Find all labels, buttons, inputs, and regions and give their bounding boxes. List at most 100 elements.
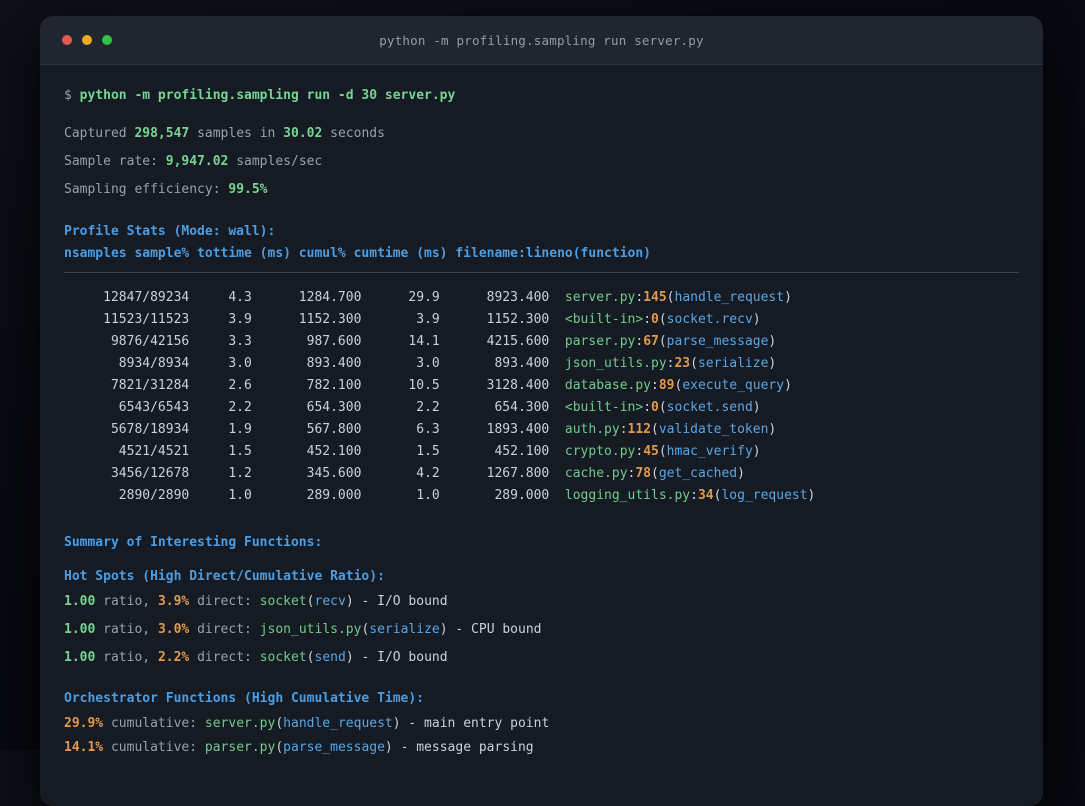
efficiency-value: 99.5% [228, 182, 268, 197]
summary-heading: Summary of Interesting Functions: [64, 532, 1019, 554]
row-stats: 2890/2890 1.0 289.000 1.0 289.000 [64, 488, 565, 503]
filename: socket [259, 594, 307, 609]
punct: ) [752, 400, 761, 415]
filename: <built-in> [564, 400, 644, 415]
punct: ( [306, 594, 315, 609]
row-stats: 7821/31284 2.6 782.100 10.5 3128.400 [64, 378, 565, 393]
stats-row: 5678/18934 1.9 567.800 6.3 1893.400 auth… [64, 419, 1019, 441]
punct: : [690, 488, 698, 503]
percent-value: 29.9% [64, 716, 104, 731]
stats-row: 9876/42156 3.3 987.600 14.1 4215.600 par… [64, 331, 1019, 353]
traffic-lights [40, 35, 136, 45]
label: cumulative: [103, 740, 205, 755]
lineno: 0 [651, 400, 659, 415]
punct: ) [752, 444, 761, 459]
label: direct: [189, 622, 260, 637]
filename: socket [259, 650, 307, 665]
label: ratio, [95, 622, 158, 637]
punct: ( [651, 422, 659, 437]
lineno: 67 [643, 334, 659, 349]
command-text: python -m profiling.sampling run -d 30 s… [79, 88, 456, 103]
stats-row: 4521/4521 1.5 452.100 1.5 452.100 crypto… [64, 441, 1019, 463]
punct: ( [275, 740, 284, 755]
maximize-button[interactable] [102, 35, 112, 45]
stats-row: 11523/11523 3.9 1152.300 3.9 1152.300 <b… [64, 309, 1019, 331]
filename: server.py [564, 290, 636, 305]
orchestrator-heading: Orchestrator Functions (High Cumulative … [64, 688, 1019, 710]
percent-value: 14.1% [64, 740, 104, 755]
label: direct: [189, 650, 260, 665]
row-stats: 4521/4521 1.5 452.100 1.5 452.100 [64, 444, 565, 459]
label: direct: [189, 594, 260, 609]
punct: ( [658, 444, 667, 459]
punct: ) [384, 740, 393, 755]
punct: ) [439, 622, 448, 637]
annotation: - I/O bound [353, 594, 448, 609]
hot-spot-line: 1.00 ratio, 2.2% direct: socket(send) - … [64, 647, 1019, 669]
filename: database.py [564, 378, 651, 393]
ratio-value: 1.00 [64, 622, 96, 637]
lineno: 145 [643, 290, 667, 305]
punct: : [643, 312, 652, 327]
row-stats: 9876/42156 3.3 987.600 14.1 4215.600 [64, 334, 565, 349]
row-stats: 6543/6543 2.2 654.300 2.2 654.300 [64, 400, 565, 415]
filename: json_utils.py [259, 622, 362, 637]
minimize-button[interactable] [82, 35, 92, 45]
shell-prompt: $ [64, 88, 80, 103]
filename: server.py [204, 716, 276, 731]
punct: : [635, 444, 644, 459]
ratio-value: 1.00 [64, 650, 96, 665]
terminal-window: python -m profiling.sampling run server.… [40, 16, 1043, 806]
punct: ) [768, 422, 777, 437]
function-name: recv [314, 594, 346, 609]
lineno: 0 [651, 312, 659, 327]
punct: ) [784, 378, 792, 393]
function-name: parse_message [666, 334, 769, 349]
punct: ) [768, 334, 777, 349]
function-name: hmac_verify [666, 444, 753, 459]
percent-value: 3.9% [157, 594, 190, 609]
lineno: 89 [658, 378, 675, 393]
punct: : [643, 400, 652, 415]
function-name: handle_request [674, 290, 785, 305]
function-name: get_cached [658, 466, 738, 481]
lineno: 45 [643, 444, 659, 459]
filename: parser.py [204, 740, 276, 755]
annotation: - CPU bound [447, 622, 542, 637]
punct: ) [345, 650, 354, 665]
punct: : [635, 334, 644, 349]
percent-value: 2.2% [157, 650, 190, 665]
punct: ) [768, 356, 777, 371]
section-heading: Hot Spots (High Direct/Cumulative Ratio)… [64, 569, 385, 584]
filename: crypto.py [564, 444, 636, 459]
row-stats: 12847/89234 4.3 1284.700 29.9 8923.400 [64, 290, 565, 305]
function-name: send [314, 650, 346, 665]
filename: json_utils.py [564, 356, 667, 371]
lineno: 23 [674, 356, 691, 371]
stats-row: 6543/6543 2.2 654.300 2.2 654.300 <built… [64, 397, 1019, 419]
annotation: - main entry point [400, 716, 550, 731]
punct: ) [345, 594, 354, 609]
label: samples in [189, 126, 284, 141]
label: ratio, [95, 594, 158, 609]
punct: ) [737, 466, 745, 481]
function-name: validate_token [658, 422, 769, 437]
function-name: serialize [697, 356, 769, 371]
sample-rate-line: Sample rate: 9,947.02 samples/sec [64, 151, 1019, 173]
function-name: socket.recv [666, 312, 753, 327]
label: samples/sec [228, 154, 323, 169]
punct: ( [306, 650, 315, 665]
function-name: log_request [721, 488, 808, 503]
samples-count: 298,547 [134, 126, 190, 141]
label: cumulative: [103, 716, 205, 731]
close-button[interactable] [62, 35, 72, 45]
row-stats: 5678/18934 1.9 567.800 6.3 1893.400 [64, 422, 565, 437]
punct: ( [658, 334, 667, 349]
stats-row: 8934/8934 3.0 893.400 3.0 893.400 json_u… [64, 353, 1019, 375]
lineno: 34 [697, 488, 714, 503]
table-divider [64, 272, 1019, 273]
filename: auth.py [564, 422, 620, 437]
function-name: socket.send [666, 400, 753, 415]
window-title: python -m profiling.sampling run server.… [379, 32, 704, 48]
stats-row: 12847/89234 4.3 1284.700 29.9 8923.400 s… [64, 287, 1019, 309]
